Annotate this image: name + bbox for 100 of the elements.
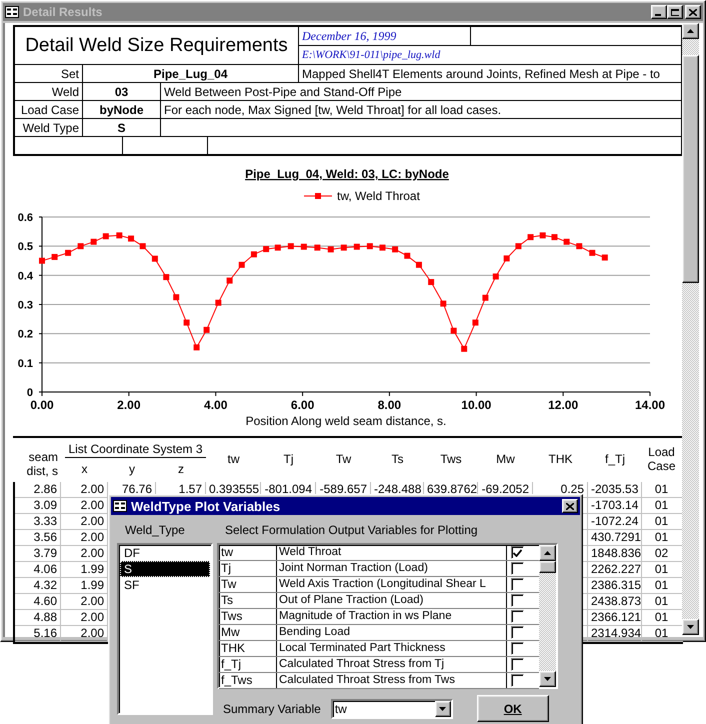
variable-description: Out of Plane Traction (Load)	[277, 593, 507, 608]
down-arrow-icon	[687, 625, 694, 629]
axis-tick-label: 10.00	[461, 398, 492, 412]
dialog-title: WeldType Plot Variables	[131, 498, 282, 514]
table-cell: 2.86	[15, 482, 61, 497]
dropdown-value: tw	[334, 702, 347, 716]
table-cell-text: 01	[654, 594, 670, 609]
data-point	[140, 243, 146, 250]
table-cell-text: 01	[654, 626, 670, 641]
variable-name: Mw	[219, 625, 277, 640]
up-arrow-icon	[687, 29, 694, 33]
variable-description: Bending Load	[277, 625, 507, 640]
column-header: f_Tj	[604, 451, 626, 468]
table-cell: 2386.315	[588, 578, 642, 593]
checkbox[interactable]	[511, 546, 524, 559]
checkbox[interactable]	[511, 578, 524, 591]
variable-description: Calculated Throat Stress from Tws	[277, 673, 507, 688]
table-cell: 2314.934	[588, 626, 642, 641]
checkbox[interactable]	[511, 610, 524, 623]
field-label: Set	[15, 65, 83, 82]
data-point	[492, 274, 499, 280]
variable-description: Weld Axis Traction (Longitudinal Shear L	[277, 577, 507, 592]
field-value: byNode	[83, 101, 161, 118]
field-label: Load Case	[15, 101, 83, 118]
data-point	[379, 244, 386, 251]
data-point	[128, 236, 134, 242]
data-point	[416, 262, 422, 268]
scroll-down-button[interactable]	[682, 619, 699, 635]
table-cell-text: 01	[654, 482, 670, 497]
scroll-down-button[interactable]	[539, 671, 556, 687]
axis-tick-label: 6.00	[290, 398, 314, 412]
summary-label: Summary Variable	[222, 702, 321, 716]
close-button[interactable]	[562, 499, 578, 513]
axis-tick-label: 0.3	[18, 300, 33, 312]
table-cell-text: 01	[654, 530, 670, 545]
axis-tick-label: 8.00	[378, 398, 402, 412]
list-item[interactable]: S	[120, 561, 210, 577]
scroll-up-button[interactable]	[539, 545, 556, 561]
data-point	[528, 234, 534, 240]
table-cell-text: 01	[654, 514, 670, 529]
variable-description: Local Terminated Part Thickness	[277, 641, 507, 656]
axis-tick-label: 0.5	[18, 241, 33, 254]
data-point	[204, 326, 210, 333]
x-axis-label: Position Along weld seam distance, s.	[246, 414, 446, 428]
data-point	[300, 244, 307, 250]
variable-description: Calculated Throat Stress from Tj	[277, 657, 507, 672]
maximize-button[interactable]	[667, 5, 683, 19]
data-point	[551, 234, 558, 240]
data-point	[404, 252, 410, 259]
list-item[interactable]: DF	[120, 545, 210, 561]
checkbox[interactable]	[511, 562, 524, 575]
column-group-header: List Coordinate System 3	[65, 438, 206, 458]
checkbox[interactable]	[511, 626, 524, 639]
variable-description: Magnitude of Traction in ws Plane	[277, 609, 507, 624]
table-cell-text: 01	[654, 610, 670, 625]
summary-variable-dropdown[interactable]: tw	[330, 698, 453, 718]
checkbox[interactable]	[511, 658, 524, 671]
column-header: THK	[548, 451, 574, 468]
data-point	[366, 243, 373, 250]
data-point	[102, 233, 109, 240]
table-cell: 3.33	[15, 514, 61, 529]
table-cell: 3.09	[15, 498, 61, 513]
data-point	[263, 246, 270, 252]
table-cell: 2262.227	[588, 562, 642, 577]
ok-button[interactable]: OK	[476, 695, 549, 722]
variable-description: Joint Norman Traction (Load)	[277, 561, 507, 576]
chart-title: Pipe_Lug_04, Weld: 03, LC: byNode	[245, 167, 449, 181]
minimize-button[interactable]	[651, 5, 667, 19]
data-point	[39, 258, 45, 264]
data-point	[90, 238, 97, 245]
grid-label: Select Formulation Output Variables for Plotting	[225, 523, 478, 537]
scroll-thumb[interactable]	[539, 561, 556, 573]
data-point	[250, 251, 257, 258]
report-date: December 16, 1999	[299, 27, 471, 45]
column-header: z	[177, 461, 185, 478]
field-value: 03	[83, 83, 161, 100]
checkbox[interactable]	[511, 674, 524, 687]
table-cell: 1848.836	[588, 546, 642, 561]
close-icon	[689, 8, 697, 16]
legend-label: tw, Weld Throat	[337, 189, 420, 203]
data-point	[340, 244, 347, 251]
table-cell-text: 02	[654, 546, 670, 561]
data-point	[564, 238, 570, 245]
column-header: y	[128, 461, 136, 478]
report-title: Detail Weld Size Requirements	[15, 27, 299, 64]
window-title: Detail Results	[23, 5, 104, 19]
column-header: Tws	[439, 451, 463, 468]
close-button[interactable]	[685, 5, 701, 19]
data-point	[314, 244, 320, 251]
variable-name: Tw	[219, 577, 277, 592]
data-point	[440, 300, 446, 307]
checkbox[interactable]	[511, 642, 524, 655]
scroll-thumb[interactable]	[682, 55, 699, 283]
axis-tick-label: 0.4	[18, 270, 33, 282]
variable-name: f_Tws	[219, 673, 277, 688]
scroll-up-button[interactable]	[682, 23, 699, 39]
checkbox[interactable]	[511, 594, 524, 607]
field-description: Weld Between Post-Pipe and Stand-Off Pipe	[163, 84, 403, 100]
column-header: tw	[226, 451, 240, 468]
list-item[interactable]: SF	[120, 577, 210, 593]
